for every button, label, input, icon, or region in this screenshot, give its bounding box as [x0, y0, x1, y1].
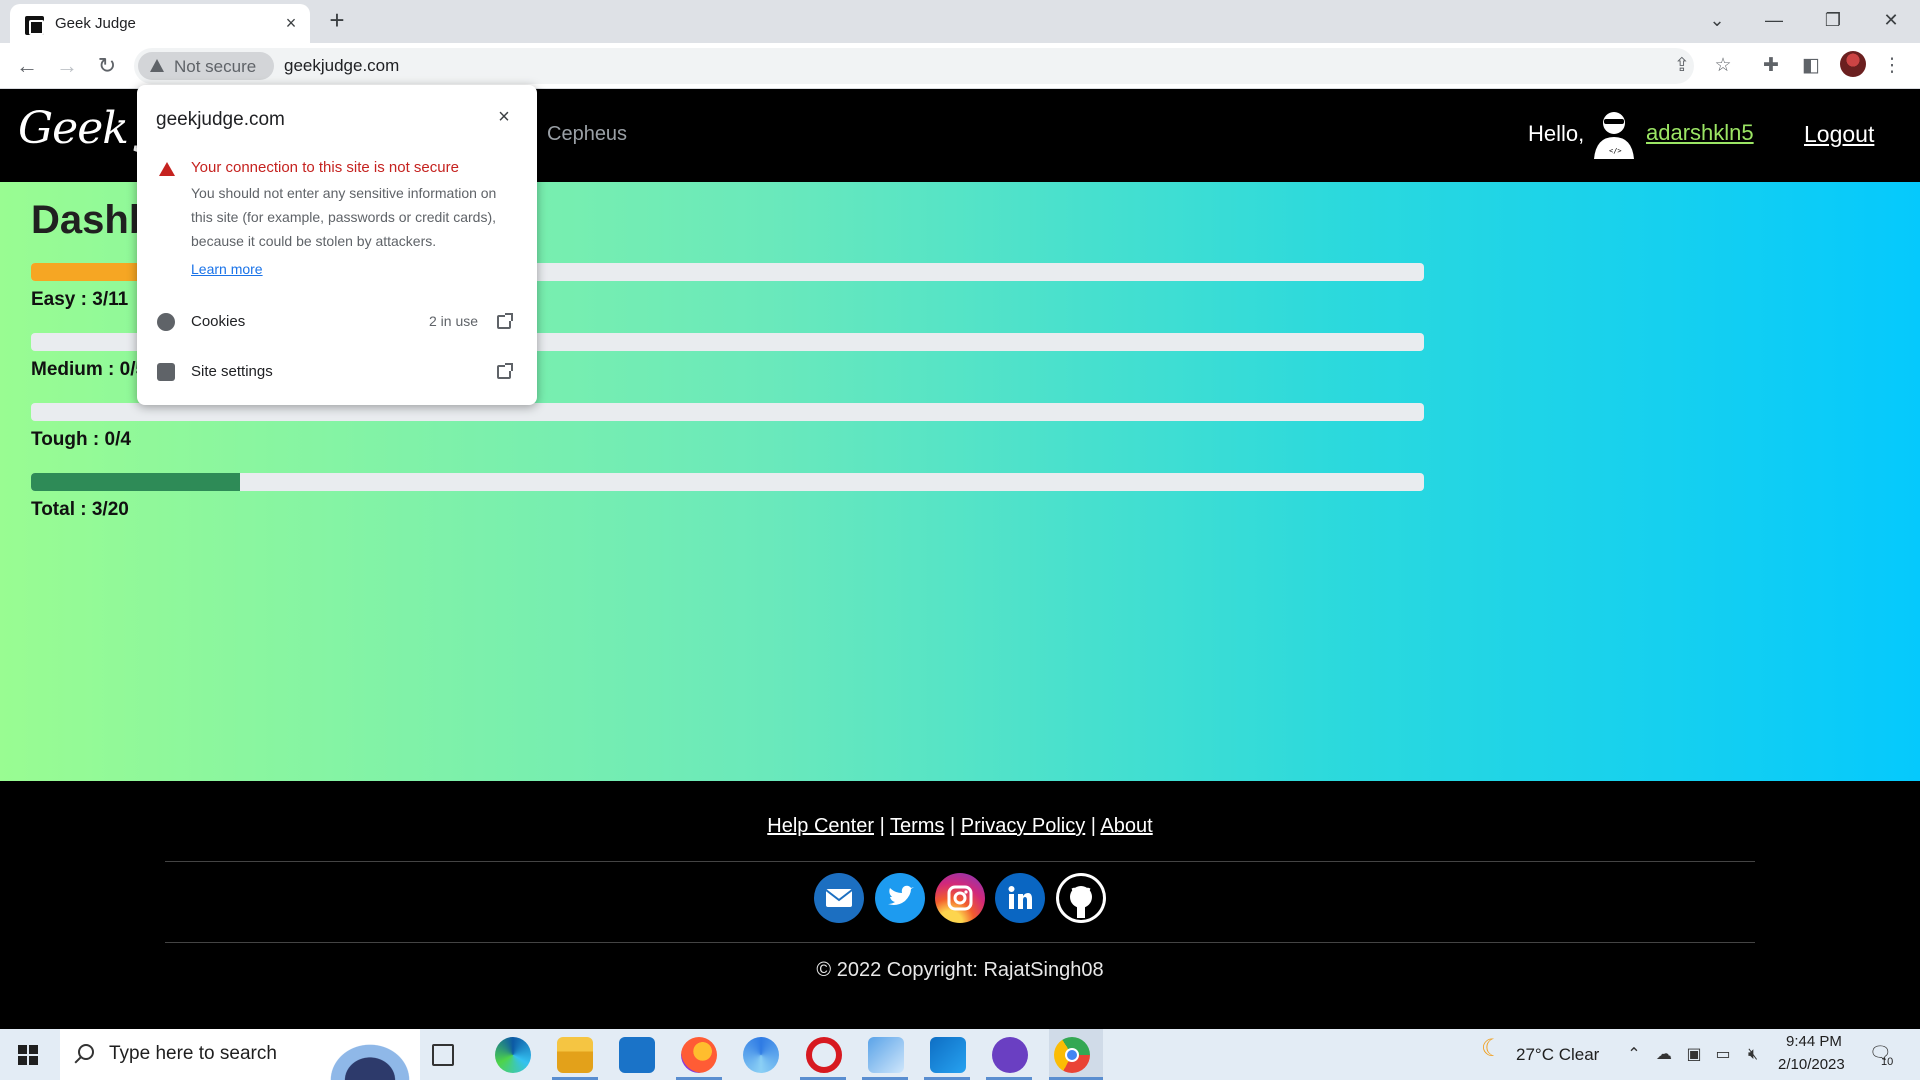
security-chip-label: Not secure	[174, 57, 257, 76]
site-settings-label[interactable]: Site settings	[191, 363, 273, 380]
footer-separator: |	[879, 815, 885, 837]
site-footer: Help Center | Terms | Privacy Policy | A…	[0, 781, 1920, 1029]
greeting-text: Hello,	[1528, 121, 1585, 146]
progress-label-medium: Medium : 0/5	[31, 359, 147, 380]
popup-host: geekjudge.com	[156, 109, 285, 130]
side-panel-icon[interactable]: ◧	[1797, 52, 1825, 80]
search-icon	[78, 1044, 94, 1060]
search-highlight-art	[320, 1035, 420, 1080]
browser-tab[interactable]: Geek Judge ×	[10, 4, 310, 43]
progress-fill-total	[31, 473, 240, 491]
learn-more-link[interactable]: Learn more	[191, 261, 263, 277]
vscode-icon[interactable]	[930, 1037, 966, 1073]
cookies-count: 2 in use	[429, 313, 479, 329]
footer-link-help-center[interactable]: Help Center	[767, 815, 874, 837]
new-tab-button[interactable]: +	[323, 6, 351, 34]
network-icon[interactable]: ▣	[1685, 1047, 1703, 1063]
browser-toolbar: ← → ↻ Not secure geekjudge.com ⇪ ☆ ✚ ◧ ⋮	[0, 43, 1920, 89]
social-links	[0, 873, 1920, 927]
store-app-icon[interactable]	[743, 1037, 779, 1073]
warning-icon	[150, 59, 164, 72]
file-explorer-icon[interactable]	[557, 1037, 593, 1073]
cloud-icon[interactable]: ☁	[1655, 1047, 1673, 1063]
footer-separator: |	[949, 815, 956, 837]
github-icon[interactable]	[1055, 873, 1106, 923]
share-icon[interactable]: ⇪	[1668, 52, 1696, 80]
popup-warning-title: Your connection to this site is not secu…	[191, 159, 459, 176]
open-external-icon[interactable]	[497, 313, 513, 329]
reload-icon[interactable]: ↻	[93, 52, 121, 80]
copyright-text: © 2022 Copyright: RajatSingh08	[816, 959, 1104, 981]
footer-link-about[interactable]: About	[1100, 815, 1152, 837]
restore-icon[interactable]: ❐	[1816, 6, 1850, 34]
bookmark-star-icon[interactable]: ☆	[1709, 52, 1737, 80]
security-chip[interactable]: Not secure	[138, 52, 274, 80]
footer-links: Help Center | Terms | Privacy Policy | A…	[0, 815, 1920, 838]
svg-text:</>: </>	[1609, 147, 1622, 155]
progress-label-tough: Tough : 0/4	[31, 429, 131, 450]
site-favicon-icon	[25, 16, 44, 35]
clock-time[interactable]: 9:44 PM	[1786, 1033, 1842, 1050]
opera-icon[interactable]	[806, 1037, 842, 1073]
warning-icon	[159, 162, 175, 176]
taskbar-search-box[interactable]: Type here to search	[60, 1029, 420, 1080]
site-info-popup: geekjudge.com × Your connection to this …	[137, 85, 537, 405]
instagram-icon[interactable]	[935, 873, 985, 923]
footer-divider	[165, 942, 1755, 943]
mail-icon[interactable]	[814, 873, 865, 923]
battery-icon[interactable]: ▭	[1714, 1047, 1732, 1063]
popup-warning-text: You should not enter any sensitive infor…	[191, 185, 497, 249]
tab-title: Geek Judge	[55, 15, 136, 32]
windows-start-icon[interactable]	[18, 1045, 38, 1065]
notification-count: 10	[1881, 1056, 1894, 1068]
weather-moon-icon[interactable]: ☾	[1481, 1037, 1503, 1061]
notepad-app-icon[interactable]	[868, 1037, 904, 1073]
chevron-up-icon[interactable]: ⌃	[1625, 1047, 1643, 1063]
browser-tab-strip: Geek Judge × + ⌄ — ❐ ✕	[0, 0, 1920, 43]
cookie-icon	[157, 313, 175, 331]
address-bar[interactable]: Not secure geekjudge.com	[134, 48, 1694, 84]
nav-link-cepheus[interactable]: Cepheus	[547, 123, 627, 146]
back-arrow-icon[interactable]: ←	[13, 52, 41, 80]
progress-bar-total	[31, 473, 1424, 491]
windows-taskbar: Type here to search ☾ 27°C Clear ⌃ ☁ ▣ ▭…	[0, 1029, 1920, 1080]
url-text[interactable]: geekjudge.com	[284, 56, 399, 76]
more-menu-icon[interactable]: ⋮	[1878, 52, 1906, 80]
progress-bar-tough	[31, 403, 1424, 421]
progress-label-easy: Easy : 3/11	[31, 289, 129, 310]
edge-icon[interactable]	[495, 1037, 531, 1073]
minimize-icon[interactable]: —	[1757, 6, 1791, 34]
footer-separator: |	[1090, 815, 1096, 837]
firefox-icon[interactable]	[681, 1037, 717, 1073]
user-avatar-icon[interactable]: </>	[1592, 109, 1636, 159]
username-link[interactable]: adarshkln5	[1646, 120, 1754, 146]
browser-profile-avatar[interactable]	[1840, 51, 1866, 77]
gear-icon	[157, 363, 175, 381]
open-external-icon[interactable]	[497, 363, 513, 379]
logout-link[interactable]: Logout	[1804, 121, 1874, 148]
footer-divider	[165, 861, 1755, 862]
tab-search-chevron-icon[interactable]: ⌄	[1700, 6, 1734, 34]
cookies-label[interactable]: Cookies	[191, 313, 245, 330]
extensions-puzzle-icon[interactable]: ✚	[1757, 52, 1785, 80]
volume-muted-icon[interactable]: 🔇︎	[1744, 1047, 1762, 1063]
popup-close-icon[interactable]: ×	[492, 105, 516, 129]
discord-like-app-icon[interactable]	[992, 1037, 1028, 1073]
footer-link-privacy-policy[interactable]: Privacy Policy	[961, 815, 1085, 837]
progress-label-total: Total : 3/20	[31, 499, 129, 520]
chrome-icon[interactable]	[1054, 1037, 1090, 1073]
linkedin-icon[interactable]	[995, 873, 1046, 923]
taskbar-search-placeholder: Type here to search	[109, 1043, 277, 1064]
tab-close-icon[interactable]: ×	[280, 12, 302, 34]
weather-text[interactable]: 27°C Clear	[1516, 1045, 1599, 1065]
clock-date[interactable]: 2/10/2023	[1778, 1056, 1845, 1073]
mail-app-icon[interactable]	[619, 1037, 655, 1073]
twitter-icon[interactable]	[874, 873, 925, 923]
task-view-icon[interactable]	[432, 1044, 454, 1066]
window-close-icon[interactable]: ✕	[1874, 6, 1908, 34]
footer-link-terms[interactable]: Terms	[890, 815, 944, 837]
forward-arrow-icon[interactable]: →	[53, 52, 81, 80]
